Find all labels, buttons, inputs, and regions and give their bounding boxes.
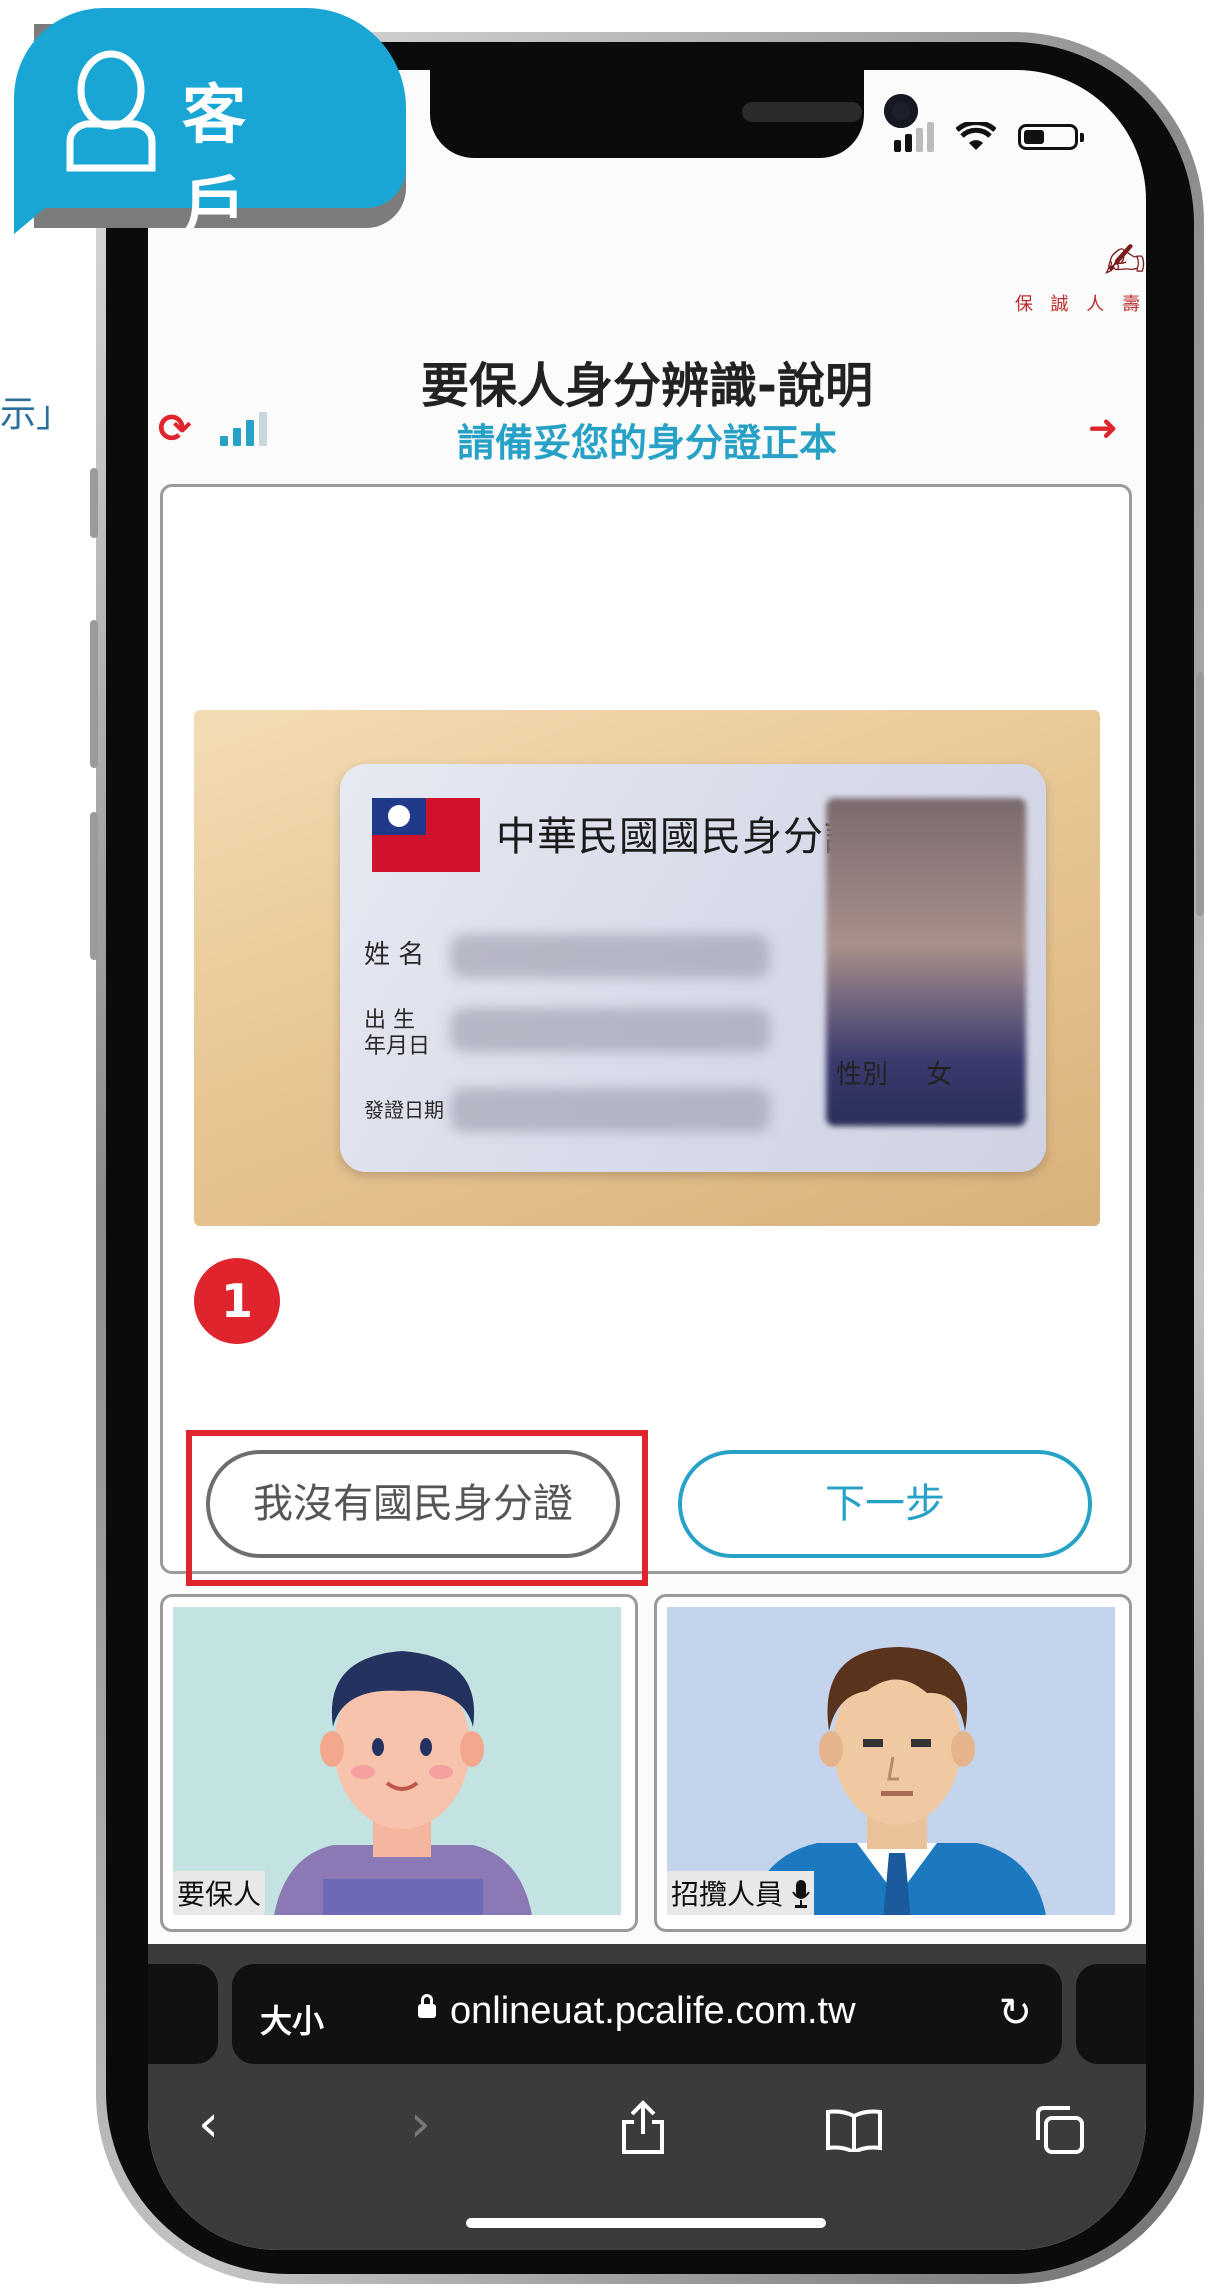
wifi-icon xyxy=(956,122,996,150)
id-card-gender-label: 性別 xyxy=(836,1060,889,1090)
id-card-issue-label: 發證日期 xyxy=(364,1098,444,1122)
phone-power-button xyxy=(1196,672,1204,916)
cellular-signal-icon xyxy=(894,122,934,152)
address-bar[interactable]: 大小 onlineuat.pcalife.com.tw ↻ xyxy=(232,1964,1062,2064)
policyholder-video-tile: 要保人 xyxy=(160,1594,638,1932)
browser-bottom-bar: 大小 onlineuat.pcalife.com.tw ↻ ‹ › xyxy=(148,1944,1146,2250)
customer-badge-label: 客 戶 xyxy=(182,79,280,245)
step-badge: 1 xyxy=(194,1258,280,1344)
blurred-name xyxy=(450,934,770,978)
next-tab-pill[interactable] xyxy=(1076,1964,1146,2064)
flag-icon xyxy=(372,798,480,872)
prudential-logo-icon: ✍ xyxy=(1104,232,1146,290)
agent-label-text: 招攬人員 xyxy=(671,1878,784,1911)
status-bar-icons xyxy=(894,122,1084,152)
earpiece xyxy=(742,102,862,122)
refresh-icon[interactable]: ⟳ xyxy=(158,406,192,452)
share-icon[interactable] xyxy=(618,2100,668,2156)
forward-icon[interactable]: › xyxy=(410,2094,431,2154)
person-outline-icon xyxy=(66,50,156,172)
page-title: 要保人身分辨識-說明 xyxy=(421,358,873,414)
agent-video-tile: 招攬人員 xyxy=(654,1594,1132,1932)
prev-tab-pill[interactable] xyxy=(148,1964,218,2064)
no-id-card-button[interactable]: 我沒有國民身分證 xyxy=(206,1450,620,1558)
id-card-gender: 性別 女 xyxy=(836,1054,952,1091)
policyholder-avatar xyxy=(173,1607,621,1915)
policyholder-label: 要保人 xyxy=(173,1871,266,1915)
bookmarks-icon[interactable] xyxy=(824,2108,884,2152)
home-indicator[interactable] xyxy=(466,2218,826,2228)
back-icon[interactable]: ‹ xyxy=(198,2094,219,2154)
id-card-sample-image: 中華民國國民身分證 姓 名 出 生 年月日 發證日期 性別 女 xyxy=(194,710,1100,1226)
text-size-button[interactable]: 大小 xyxy=(260,1996,324,2042)
lock-icon-body xyxy=(418,2004,436,2018)
blurred-issue-date xyxy=(450,1088,770,1132)
next-button[interactable]: 下一步 xyxy=(678,1450,1092,1558)
url-text[interactable]: onlineuat.pcalife.com.tw xyxy=(450,1990,856,2033)
id-card-name-label: 姓 名 xyxy=(364,940,425,970)
brand-logo-text: 保 誠 人 壽 xyxy=(1014,294,1146,315)
id-card-gender-value: 女 xyxy=(926,1060,953,1090)
battery-icon xyxy=(1018,124,1084,150)
brand-logo: ✍ 保 誠 人 壽 xyxy=(1006,236,1146,316)
customer-badge: 客 戶 xyxy=(14,8,406,245)
id-card-title: 中華民國國民身分證 xyxy=(496,814,865,860)
connection-strength-icon xyxy=(220,410,267,446)
id-card-birth-label-2: 年月日 xyxy=(364,1034,431,1059)
phone-mute-switch xyxy=(90,468,98,538)
phone-screen: ✍ 保 誠 人 壽 要保人身分辨識-說明 請備妥您的身分證正本 ⟳ ➜ 中華民國… xyxy=(148,70,1146,2250)
logout-icon[interactable]: ➜ xyxy=(1088,408,1118,449)
tabs-icon[interactable] xyxy=(1032,2104,1086,2156)
agent-avatar xyxy=(667,1607,1115,1915)
phone-volume-up xyxy=(90,620,98,768)
page-subtitle: 請備妥您的身分證正本 xyxy=(456,421,837,465)
blurred-birth xyxy=(450,1008,770,1052)
side-note-text: 示」 xyxy=(0,394,73,435)
reload-icon[interactable]: ↻ xyxy=(998,1990,1032,2036)
phone-volume-down xyxy=(90,812,98,960)
microphone-icon[interactable] xyxy=(792,1880,810,1908)
agent-label: 招攬人員 xyxy=(667,1871,814,1915)
id-card: 中華民國國民身分證 姓 名 出 生 年月日 發證日期 性別 女 xyxy=(340,764,1046,1172)
